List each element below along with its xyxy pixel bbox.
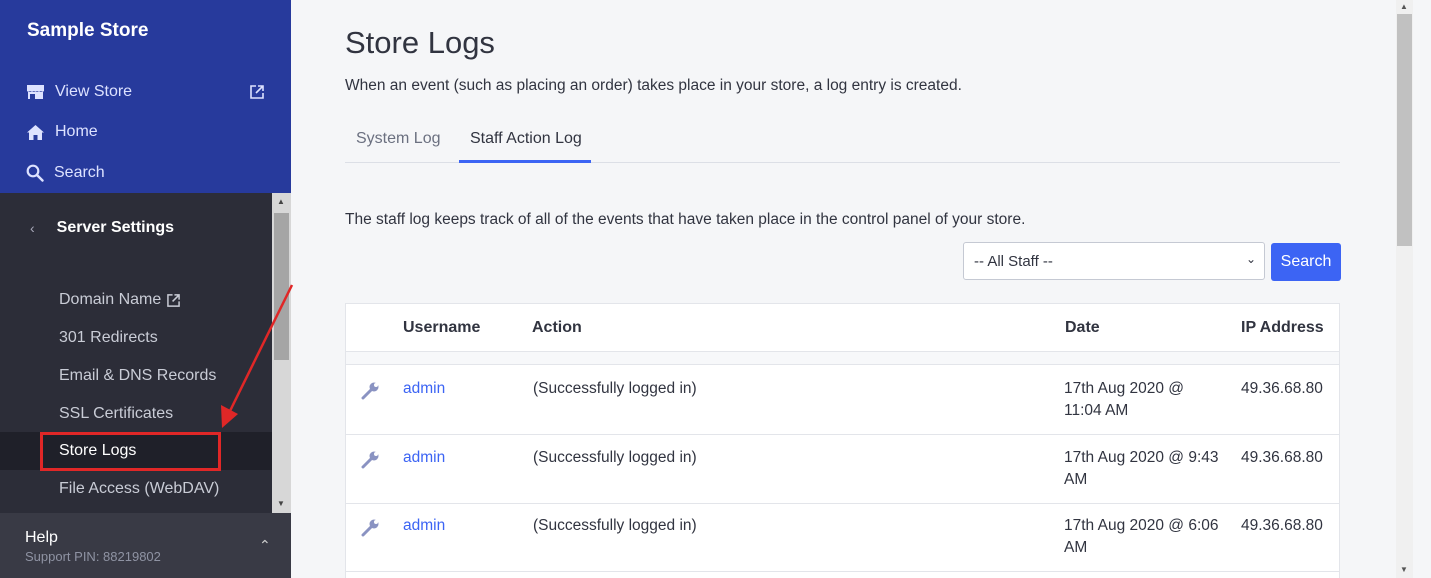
table-cell-action: (Successfully logged in) (533, 517, 697, 534)
column-header-username: Username (403, 319, 481, 336)
table-cell-date: 17th Aug 2020 @ 6:06 AM (1064, 517, 1219, 556)
chevron-down-icon: ⌄ (1245, 252, 1256, 266)
chevron-left-icon: ‹ (30, 220, 35, 236)
wrench-icon (361, 519, 379, 537)
sidebar-item-label: Email & DNS Records (59, 367, 217, 384)
page-description: When an event (such as placing an order)… (345, 77, 962, 94)
sidebar-item-label: Search (54, 164, 105, 181)
wrench-icon (361, 451, 379, 469)
table-cell-ip: 49.36.68.80 (1241, 449, 1323, 466)
store-name[interactable]: Sample Store (27, 20, 148, 42)
server-settings-back[interactable]: ‹ Server Settings (30, 219, 174, 237)
table-divider (345, 503, 1340, 504)
sidebar-item-label: Home (55, 123, 98, 140)
sidebar-item-301-redirects[interactable]: 301 Redirects (59, 329, 158, 347)
wrench-icon (361, 382, 379, 400)
scroll-down-icon[interactable]: ▼ (1400, 565, 1408, 574)
sidebar-item-search[interactable]: Search (26, 161, 105, 185)
staff-log-description: The staff log keeps track of all of the … (345, 211, 1026, 228)
main-scroll-thumb[interactable] (1397, 14, 1412, 246)
column-header-date: Date (1065, 319, 1100, 336)
table-header-gap (346, 352, 1339, 364)
sidebar-item-view-store[interactable]: View Store (26, 80, 132, 104)
active-tab-indicator (459, 160, 591, 163)
tab-system-log[interactable]: System Log (356, 130, 440, 148)
chevron-up-icon[interactable]: ⌃ (259, 537, 271, 554)
sidebar-scroll-thumb[interactable] (274, 213, 289, 360)
sidebar-item-label: SSL Certificates (59, 405, 174, 422)
staff-filter-select[interactable]: -- All Staff -- ⌄ (963, 242, 1265, 280)
page-title: Store Logs (345, 25, 495, 60)
sidebar-item-label: View Store (55, 83, 133, 100)
help-title: Help (25, 529, 58, 546)
sidebar-item-ssl-certificates[interactable]: SSL Certificates (59, 405, 173, 423)
table-cell-ip: 49.36.68.80 (1241, 380, 1323, 397)
home-icon (27, 124, 44, 140)
sidebar-item-file-access[interactable]: File Access (WebDAV) (59, 480, 219, 498)
table-cell-username[interactable]: admin (403, 378, 445, 400)
table-cell-action: (Successfully logged in) (533, 449, 697, 466)
search-icon (26, 164, 44, 182)
staff-filter-value: -- All Staff -- (974, 252, 1053, 270)
external-link-icon[interactable] (250, 85, 264, 99)
table-cell-date: 17th Aug 2020 @ 9:43 AM (1064, 449, 1219, 488)
table-cell-action: (Successfully logged in) (533, 380, 697, 397)
column-header-action: Action (532, 319, 582, 336)
table-cell-username[interactable]: admin (403, 447, 445, 469)
store-icon (27, 85, 44, 99)
sidebar-item-label: Domain Name (59, 291, 162, 308)
sidebar-item-label: File Access (WebDAV) (59, 480, 220, 497)
table-cell-date: 17th Aug 2020 @ 11:04 AM (1064, 380, 1185, 419)
sidebar-item-domain-name[interactable]: Domain Name (59, 291, 181, 309)
search-button[interactable]: Search (1271, 243, 1341, 281)
scroll-up-icon[interactable]: ▲ (1400, 2, 1408, 11)
table-cell-username[interactable]: admin (403, 515, 445, 537)
section-title: Server Settings (56, 219, 175, 236)
annotation-highlight-box (40, 432, 221, 471)
table-divider (345, 434, 1340, 435)
scroll-down-icon[interactable]: ▼ (277, 499, 285, 508)
sidebar-item-home[interactable]: Home (26, 120, 98, 144)
column-header-ip-address: IP Address (1241, 319, 1324, 336)
sidebar-item-email-dns[interactable]: Email & DNS Records (59, 367, 216, 385)
tab-staff-action-log[interactable]: Staff Action Log (470, 130, 582, 148)
table-divider (345, 364, 1340, 365)
table-cell-ip: 49.36.68.80 (1241, 517, 1323, 534)
external-link-icon (167, 293, 181, 307)
support-pin: Support PIN: 88219802 (25, 549, 161, 564)
scroll-up-icon[interactable]: ▲ (277, 197, 285, 206)
table-divider (345, 571, 1340, 572)
sidebar-item-label: 301 Redirects (59, 329, 158, 346)
